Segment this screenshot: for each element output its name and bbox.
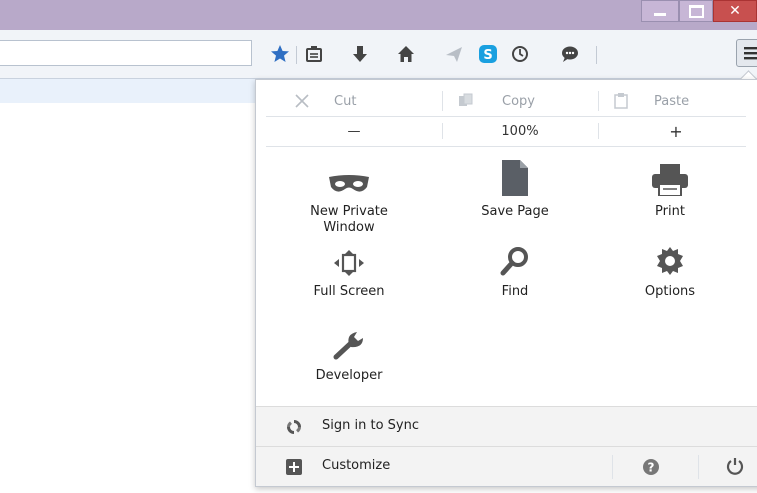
firefox-menu-panel: Cut Copy Paste — 100% + New Private Wind… <box>255 79 757 487</box>
save-page-label: Save Page <box>481 204 549 219</box>
svg-text:S: S <box>483 48 492 63</box>
window-controls: ✕ <box>641 0 757 22</box>
save-page-icon <box>445 156 585 196</box>
wrench-icon <box>279 320 419 360</box>
developer-label: Developer <box>315 368 383 383</box>
full-screen-icon <box>279 236 419 276</box>
edit-zoom-divider <box>266 116 746 117</box>
developer-button[interactable]: Developer <box>279 320 419 384</box>
customize-row: Customize ? <box>256 446 757 486</box>
find-button[interactable]: Find <box>445 236 585 300</box>
edit-separator <box>442 91 443 111</box>
sign-in-to-sync-label: Sign in to Sync <box>322 418 419 433</box>
toolbar-separator <box>596 46 597 64</box>
new-private-window-button[interactable]: New Private Window <box>279 156 419 236</box>
close-button[interactable]: ✕ <box>713 0 757 22</box>
maximize-button[interactable] <box>679 0 713 22</box>
copy-label: Copy <box>502 93 535 109</box>
paste-label: Paste <box>654 93 690 109</box>
pocket-send-icon[interactable] <box>440 40 468 68</box>
navigation-toolbar: S <box>0 30 757 79</box>
maximize-icon <box>688 4 704 18</box>
paste-button[interactable]: Paste <box>614 88 689 114</box>
paste-icon <box>614 93 628 109</box>
url-bar[interactable] <box>0 40 252 66</box>
help-icon[interactable]: ? <box>642 458 660 480</box>
print-label: Print <box>655 204 685 219</box>
skype-icon[interactable]: S <box>474 40 502 68</box>
history-clock-icon[interactable] <box>506 40 534 68</box>
reading-list-icon[interactable] <box>300 40 328 68</box>
power-icon[interactable] <box>726 457 744 479</box>
print-button[interactable]: Print <box>600 156 740 220</box>
private-mask-icon <box>279 156 419 196</box>
copy-button[interactable]: Copy <box>458 88 535 114</box>
customize-label[interactable]: Customize <box>322 458 390 473</box>
customize-plus-icon[interactable] <box>286 459 302 479</box>
zoom-in-button[interactable]: + <box>598 118 754 144</box>
new-private-window-label: New Private Window <box>310 204 388 235</box>
cut-button[interactable]: Cut <box>294 88 356 114</box>
magnifier-icon <box>445 236 585 276</box>
zoom-in-label: + <box>669 121 683 141</box>
zoom-out-button[interactable]: — <box>266 118 442 144</box>
zoom-controls: — 100% + <box>266 118 757 144</box>
toolbar-separator <box>296 46 297 64</box>
bookmark-star-icon[interactable] <box>266 40 294 68</box>
hamburger-menu-icon <box>744 47 757 60</box>
open-menu-button[interactable] <box>736 39 757 67</box>
title-bar: ✕ <box>0 0 757 30</box>
svg-text:?: ? <box>648 461 655 475</box>
minimize-icon <box>654 12 666 16</box>
save-page-button[interactable]: Save Page <box>445 156 585 220</box>
cut-label: Cut <box>334 93 357 109</box>
zoom-grid-divider <box>266 146 746 147</box>
find-label: Find <box>501 284 529 299</box>
gear-icon <box>600 236 740 276</box>
minimize-button[interactable] <box>641 0 679 22</box>
chat-icon[interactable] <box>556 40 584 68</box>
scissors-icon <box>294 93 310 109</box>
options-label: Options <box>644 284 696 299</box>
full-screen-label: Full Screen <box>313 284 385 299</box>
edit-separator <box>598 91 599 111</box>
zoom-level: 100% <box>501 123 539 139</box>
zoom-reset-button[interactable]: 100% <box>442 118 598 144</box>
downloads-icon[interactable] <box>346 40 374 68</box>
zoom-out-label: — <box>347 123 361 139</box>
footer-separator <box>612 455 613 479</box>
footer-separator <box>698 455 699 479</box>
home-icon[interactable] <box>392 40 420 68</box>
full-screen-button[interactable]: Full Screen <box>279 236 419 300</box>
printer-icon <box>600 156 740 196</box>
sync-icon <box>286 419 302 439</box>
options-button[interactable]: Options <box>600 236 740 300</box>
sync-row[interactable]: Sign in to Sync <box>256 406 757 446</box>
copy-icon <box>458 93 474 109</box>
edit-controls: Cut Copy Paste <box>266 88 757 114</box>
close-icon: ✕ <box>729 3 741 19</box>
